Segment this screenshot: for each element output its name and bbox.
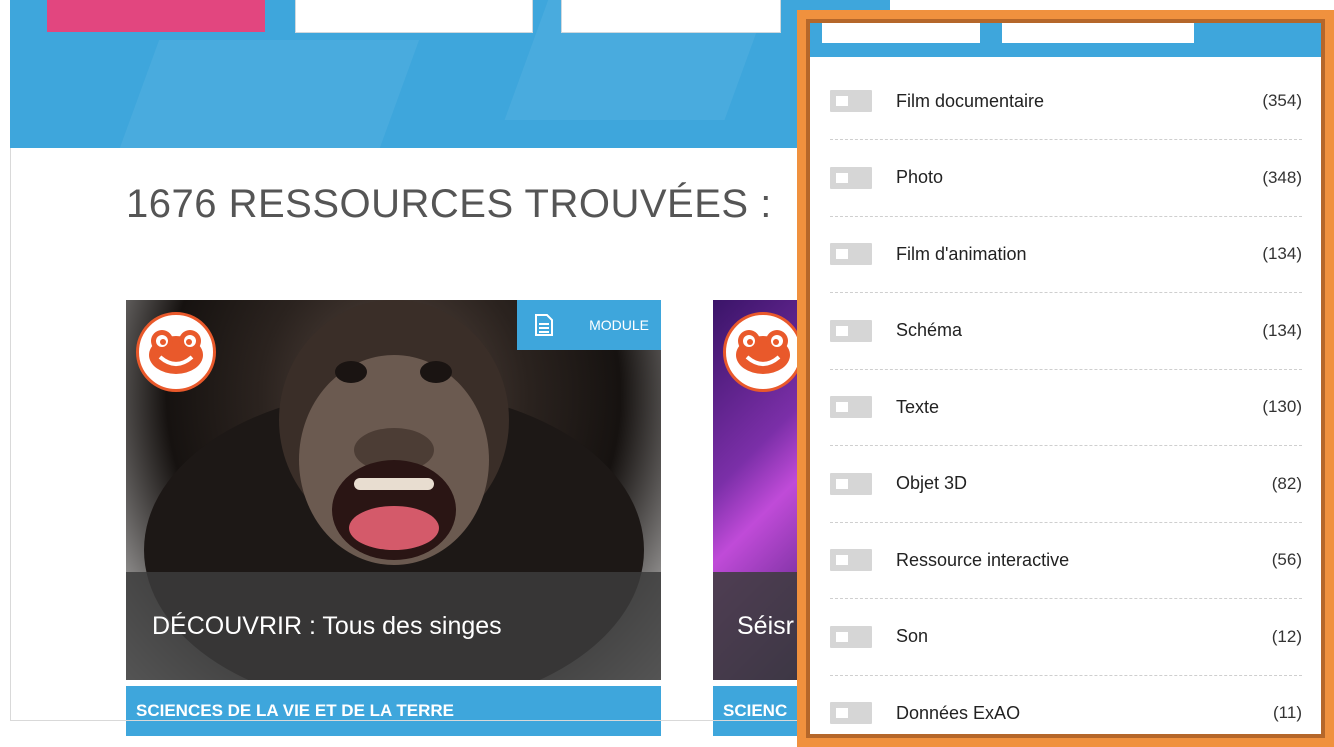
filter-toggle[interactable] <box>830 90 872 112</box>
filter-row[interactable]: Ressource interactive (56) <box>830 522 1302 599</box>
filter-label: Son <box>896 626 929 646</box>
filter-count: (348) <box>1262 167 1302 187</box>
filter-count: (134) <box>1262 320 1302 340</box>
filter-toggle[interactable] <box>830 549 872 571</box>
filter-toggle[interactable] <box>830 166 872 189</box>
filter-panel-tab[interactable] <box>1002 23 1194 43</box>
filter-count: (12) <box>1271 626 1302 646</box>
filter-row[interactable]: Film d'animation (134) <box>830 216 1302 293</box>
filter-count: (130) <box>1262 397 1302 416</box>
header-tab[interactable] <box>561 0 781 33</box>
filter-label: Film documentaire <box>896 90 1045 111</box>
filter-count: (82) <box>1271 473 1302 493</box>
header-tab[interactable] <box>295 0 533 33</box>
filter-count: (134) <box>1262 244 1302 263</box>
filter-label: Données ExAO <box>896 702 1021 723</box>
filter-toggle[interactable] <box>830 702 872 724</box>
filter-toggle[interactable] <box>830 319 872 342</box>
filter-label: Film d'animation <box>896 243 1027 264</box>
filter-row[interactable]: Film documentaire (354) <box>830 63 1302 140</box>
filter-toggle[interactable] <box>830 472 872 495</box>
resource-card[interactable]: MODULE DÉCOUVRIR : Tous des singes <box>126 300 661 680</box>
filter-count: (354) <box>1262 91 1302 110</box>
filter-label: Photo <box>896 167 944 187</box>
frog-logo-icon <box>723 312 803 392</box>
content-border <box>10 720 800 721</box>
results-heading: 1676 RESSOURCES TROUVÉES : <box>126 182 772 226</box>
filter-count: (11) <box>1273 703 1302 722</box>
page: 1676 RESSOURCES TROUVÉES : MODULE DÉCOUV… <box>0 0 1334 747</box>
filter-label: Schéma <box>896 320 963 340</box>
header-banner <box>10 0 890 148</box>
banner-decoration <box>100 40 420 148</box>
card-title: DÉCOUVRIR : Tous des singes <box>126 572 661 680</box>
filter-row[interactable]: Texte (130) <box>830 369 1302 446</box>
badge-label: MODULE <box>589 317 649 333</box>
filter-row[interactable]: Son (12) <box>830 599 1302 676</box>
filter-row[interactable]: Données ExAO (11) <box>830 675 1302 734</box>
filter-row[interactable]: Photo (348) <box>830 140 1302 217</box>
resource-type-filter-panel: Film documentaire (354) Photo (348) Film d'a… <box>806 19 1325 738</box>
card-category[interactable]: SCIENCES DE LA VIE ET DE LA TERRE <box>126 686 661 736</box>
frog-logo-icon <box>136 312 216 392</box>
filter-row[interactable]: Objet 3D (82) <box>830 446 1302 523</box>
filter-toggle[interactable] <box>830 396 872 418</box>
filter-panel-header <box>810 23 1321 57</box>
filter-label: Texte <box>896 396 940 417</box>
filter-label: Ressource interactive <box>896 549 1070 570</box>
module-badge: MODULE <box>517 300 661 350</box>
filter-panel-highlight: Film documentaire (354) Photo (348) Film d'a… <box>797 10 1334 747</box>
filter-toggle[interactable] <box>830 243 872 265</box>
filter-toggle[interactable] <box>830 625 872 648</box>
document-icon <box>529 314 559 336</box>
filter-panel-tab[interactable] <box>822 23 980 43</box>
filter-row[interactable]: Schéma (134) <box>830 293 1302 370</box>
content-border <box>10 148 11 720</box>
filter-count: (56) <box>1271 550 1302 569</box>
filter-label: Objet 3D <box>896 473 968 493</box>
header-tab-pink[interactable] <box>47 0 265 32</box>
